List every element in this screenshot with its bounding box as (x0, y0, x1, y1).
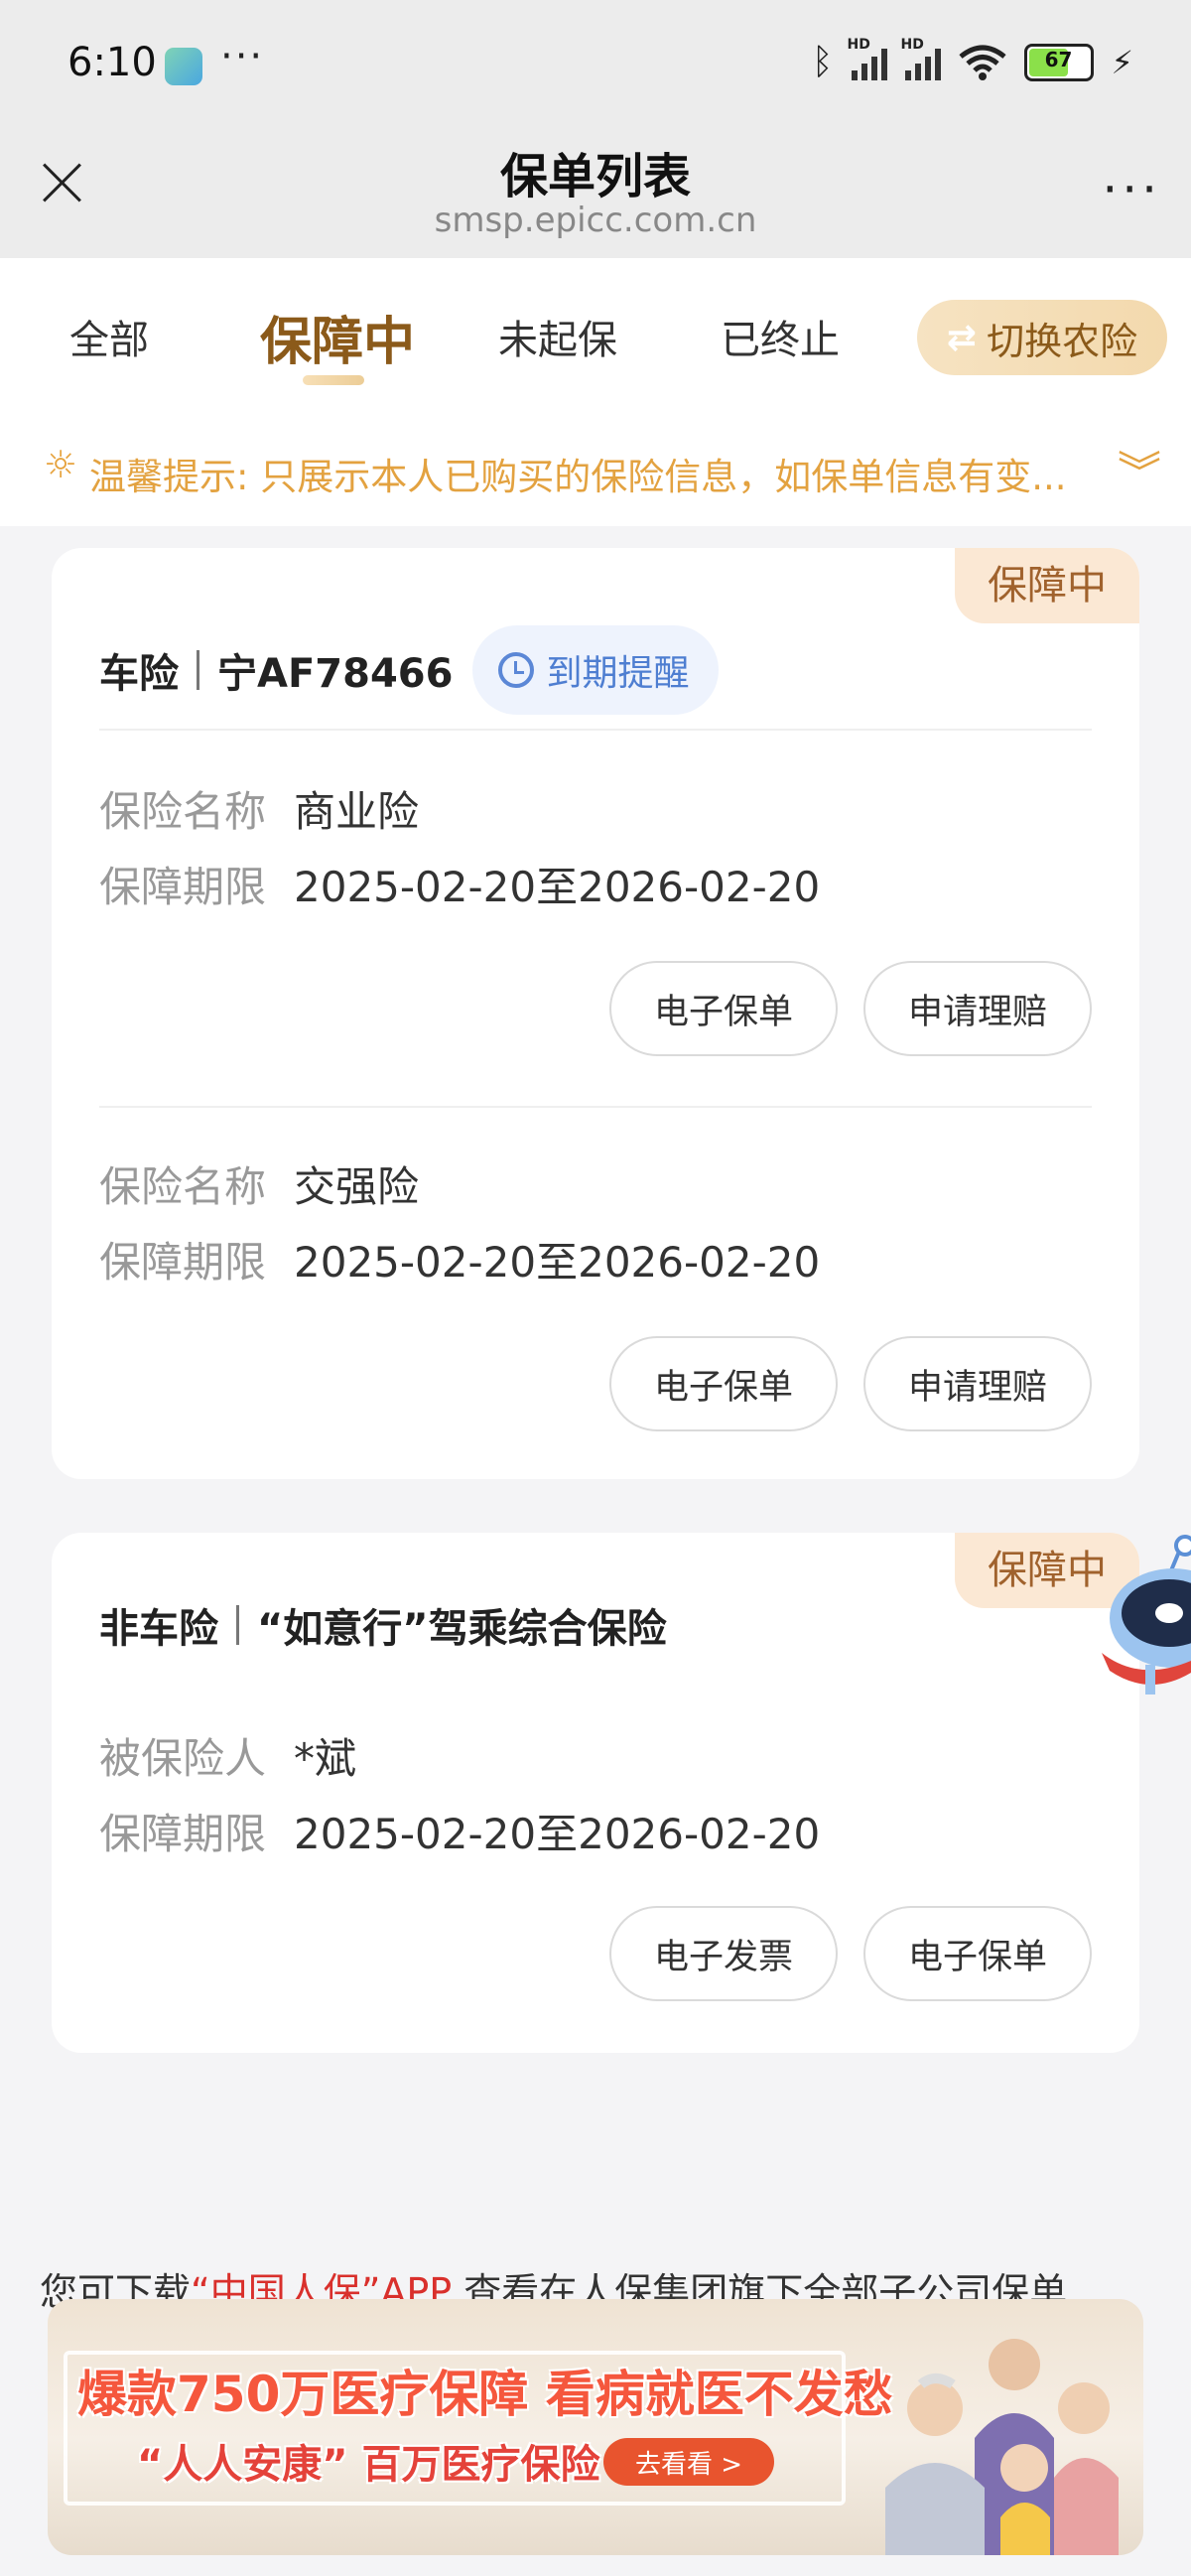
battery-level: 67 (1044, 47, 1073, 71)
e-policy-button[interactable]: 电子保单 (863, 1906, 1092, 2001)
tab-active[interactable]: 保障中 (260, 300, 415, 374)
swap-icon: ⇄ (946, 317, 978, 358)
page-title: 保单列表 (499, 149, 691, 204)
divider (99, 1106, 1092, 1108)
title-bar: 保单列表 smsp.epicc.com.cn ··· (0, 129, 1191, 258)
app-notification-icon (165, 48, 202, 85)
insured-name: *斌 (294, 1734, 357, 1783)
e-policy-button[interactable]: 电子保单 (609, 961, 838, 1056)
notice-text: 温馨提示: 只展示本人已购买的保险信息，如保单信息有变... (89, 456, 1067, 498)
policy-card-auto[interactable]: 保障中 车险 宁AF78466 到期提醒 保险名称 商业险 保障期限 2025-02… (52, 548, 1139, 1479)
hd-label: HD (847, 36, 870, 53)
e-invoice-button[interactable]: 电子发票 (609, 1906, 838, 2001)
more-menu-button[interactable]: ··· (1102, 165, 1161, 214)
field-label: 保障期限 (99, 1810, 267, 1858)
status-indicators: ᛒ HD HD 67 ⚡ (811, 37, 1133, 83)
promo-banner[interactable]: 爆款750万医疗保障 看病就医不发愁 “人人安康” 百万医疗保险 去看看 > (48, 2299, 1143, 2555)
insured-row: 被保险人 *斌 (99, 1725, 356, 1786)
product-name: “如意行”驾乘综合保险 (257, 1606, 667, 1652)
tab-not-started[interactable]: 未起保 (498, 308, 617, 365)
banner-subtitle: “人人安康” 百万医疗保险 (137, 2442, 600, 2488)
wifi-icon (958, 45, 1006, 80)
card-header: 非车险 “如意行”驾乘综合保险 (99, 1596, 667, 1654)
policy-period-row: 保障期限 2025-02-20至2026-02-20 (99, 1801, 820, 1861)
expand-chevron-icon[interactable]: ︾ (1118, 437, 1161, 500)
claim-button[interactable]: 申请理赔 (863, 1336, 1092, 1431)
e-policy-button[interactable]: 电子保单 (609, 1336, 838, 1431)
notice-bar[interactable]: ☼ 温馨提示: 只展示本人已购买的保险信息，如保单信息有变... ︾ (0, 407, 1191, 526)
bluetooth-icon: ᛒ (811, 42, 834, 82)
tab-all[interactable]: 全部 (69, 308, 149, 365)
alarm-clock-icon (498, 652, 535, 688)
divider (99, 729, 1092, 731)
signal-icon: HD (848, 37, 887, 80)
policy-period-row: 保障期限 2025-02-20至2026-02-20 (99, 1229, 820, 1289)
divider (197, 650, 199, 690)
battery-icon: 67 (1023, 43, 1094, 81)
policy-name-row: 保险名称 交强险 (99, 1153, 419, 1214)
status-time: 6:10 (67, 40, 157, 85)
charging-icon: ⚡ (1111, 43, 1133, 81)
policy-name: 商业险 (294, 787, 420, 836)
license-plate: 宁AF78466 (217, 651, 454, 697)
banner-cta-button[interactable]: 去看看 > (603, 2438, 774, 2486)
policy-card-non-auto[interactable]: 保障中 非车险 “如意行”驾乘综合保险 被保险人 *斌 保障期限 2025-02-2… (52, 1533, 1139, 2053)
banner-headline: 爆款750万医疗保障 看病就医不发愁 (77, 2366, 893, 2423)
policy-period-row: 保障期限 2025-02-20至2026-02-20 (99, 854, 820, 914)
lightbulb-icon: ☼ (44, 443, 78, 486)
policy-category: 非车险 (99, 1606, 218, 1652)
field-label: 被保险人 (99, 1734, 267, 1783)
policy-period: 2025-02-20至2026-02-20 (294, 1810, 821, 1858)
family-photo (885, 2339, 1119, 2555)
hd-label-2: HD (900, 36, 924, 53)
policy-period: 2025-02-20至2026-02-20 (294, 1238, 821, 1287)
policy-period: 2025-02-20至2026-02-20 (294, 863, 821, 911)
field-label: 保障期限 (99, 1238, 267, 1287)
status-bar: 6:10 ··· ᛒ HD HD 67 ⚡ (0, 0, 1191, 129)
tab-terminated[interactable]: 已终止 (721, 308, 840, 365)
policy-category: 车险 (99, 651, 179, 697)
active-tab-indicator (303, 375, 364, 385)
switch-button-label: 切换农险 (987, 319, 1138, 363)
field-label: 保险名称 (99, 1162, 267, 1211)
field-label: 保险名称 (99, 787, 267, 836)
expiry-reminder-label: 到期提醒 (546, 653, 690, 694)
divider (236, 1605, 239, 1645)
more-notifications-icon: ··· (220, 34, 265, 79)
mascot-robot-icon[interactable] (1100, 1534, 1191, 1722)
policy-name: 交强险 (294, 1162, 420, 1211)
claim-button[interactable]: 申请理赔 (863, 961, 1092, 1056)
switch-agri-insurance-button[interactable]: ⇄ 切换农险 (917, 300, 1167, 375)
card-header: 车险 宁AF78466 到期提醒 (99, 625, 720, 715)
status-tabs: 全部 保障中 未起保 已终止 ⇄ 切换农险 (0, 258, 1191, 407)
status-badge: 保障中 (955, 548, 1139, 623)
field-label: 保障期限 (99, 863, 267, 911)
expiry-reminder-button[interactable]: 到期提醒 (472, 625, 720, 715)
signal-icon-2: HD (901, 37, 941, 80)
page-url: smsp.epicc.com.cn (434, 201, 757, 240)
policy-name-row: 保险名称 商业险 (99, 778, 419, 839)
